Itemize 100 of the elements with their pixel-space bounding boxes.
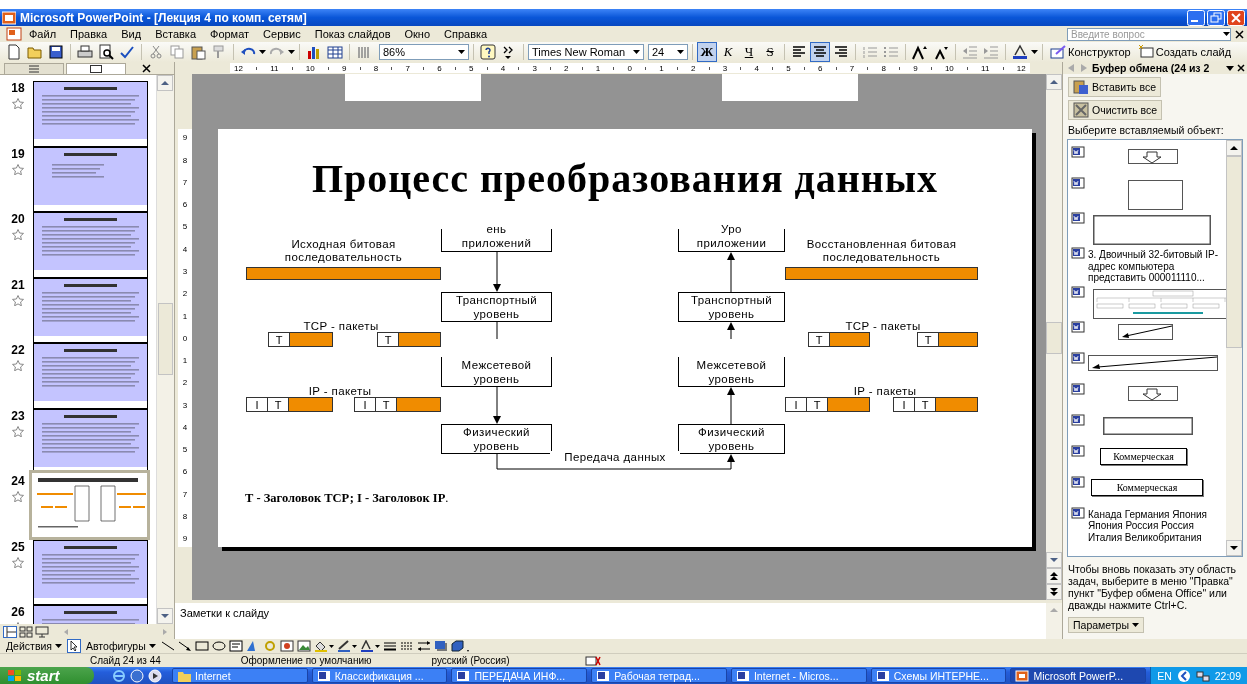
arrow-icon[interactable] <box>177 640 192 653</box>
text-style-button[interactable]: Ч <box>739 42 759 63</box>
clipboard-text-box-item[interactable]: Коммерческая <box>1091 478 1203 496</box>
clipboard-text-item[interactable]: Канада Германия Япония Япония Россия Россия Италия Великобритания <box>1088 504 1226 544</box>
close-icon[interactable] <box>1235 29 1244 39</box>
text-style-button[interactable]: К <box>718 42 738 63</box>
font-color-icon[interactable] <box>359 640 380 653</box>
taskbar-button[interactable]: Рабочая тетрад... <box>591 668 727 683</box>
pane-button[interactable]: Очистить все <box>1068 100 1163 121</box>
font-dropdown[interactable]: Times New Roman <box>528 44 644 61</box>
menu-item[interactable]: Вид <box>114 28 149 41</box>
zoom-dropdown[interactable]: 86% <box>379 44 469 61</box>
autoshapes-menu[interactable]: Автофигуры <box>84 640 158 653</box>
scroll-thumb[interactable] <box>158 303 173 376</box>
clipboard-shape-item[interactable] <box>1093 215 1211 246</box>
clipboard-text-box-item[interactable]: Коммерческая <box>1100 447 1187 465</box>
menu-item[interactable]: Сервис <box>256 28 308 41</box>
menu-item[interactable]: Файл <box>22 28 64 41</box>
line-style-icon[interactable] <box>382 640 397 653</box>
clipboard-shape-item[interactable] <box>1103 416 1193 435</box>
slide-sorter-view-icon[interactable] <box>19 625 33 638</box>
caption: Исходная битовая последовательность <box>283 238 404 265</box>
menu-item[interactable]: Справка <box>437 28 495 41</box>
scroll-thumb[interactable] <box>1046 322 1062 355</box>
shadow-icon[interactable] <box>433 640 448 653</box>
slide-thumbnail[interactable] <box>34 409 147 467</box>
layer-box: Физический уровень <box>678 424 785 455</box>
normal-view-icon[interactable] <box>3 625 17 638</box>
close-icon[interactable] <box>142 64 151 74</box>
slide-thumbnail[interactable] <box>34 278 147 336</box>
help-icon[interactable] <box>478 42 498 63</box>
actions-menu[interactable]: Действия <box>4 640 64 653</box>
clipboard-text-item[interactable]: 3. Двоичный 32-битовый IP-адрес компьютера представить 000011110... <box>1088 245 1226 284</box>
options-button[interactable]: Параметры <box>1068 617 1144 634</box>
slide-thumbnail[interactable] <box>34 147 147 205</box>
restore-button[interactable] <box>1207 9 1225 26</box>
media-icon[interactable] <box>148 668 162 683</box>
slide-thumbnail[interactable] <box>34 344 147 402</box>
layer-box: Физический уровень <box>441 424 552 455</box>
select-pointer-icon[interactable] <box>67 639 81 654</box>
close-icon[interactable] <box>1237 64 1245 73</box>
menu-item[interactable]: Вставка <box>148 28 203 41</box>
menu-item[interactable]: Окно <box>397 28 438 41</box>
network-icon[interactable] <box>1195 668 1210 683</box>
text-style-button[interactable]: S <box>760 42 780 63</box>
slides-tab[interactable] <box>66 63 126 75</box>
taskbar-button[interactable]: Схемы ИНТЕРНЕ... <box>870 668 1007 683</box>
clipboard-item-icon <box>1071 146 1085 159</box>
dash-style-icon[interactable] <box>399 640 414 653</box>
taskbar-button[interactable]: Microsoft PowerP... <box>1010 668 1147 683</box>
browser-icon[interactable] <box>112 668 126 683</box>
caret-icon[interactable] <box>1226 65 1234 71</box>
slide-show-icon[interactable] <box>35 625 49 638</box>
scroll-thumb[interactable] <box>1226 156 1242 349</box>
taskbar-button[interactable]: ПЕРЕДАЧА ИНФ... <box>451 668 588 683</box>
fill-color-icon[interactable] <box>313 640 334 653</box>
clipboard-shape-item[interactable] <box>1118 323 1173 340</box>
slide-icon <box>90 65 102 74</box>
taskbar-button[interactable]: Классификация ... <box>311 668 448 683</box>
start-button[interactable]: start <box>0 667 94 684</box>
three-d-icon[interactable] <box>450 640 469 653</box>
caret-icon <box>1132 623 1139 628</box>
scroll-down-icon[interactable] <box>1226 540 1242 557</box>
new-slide-icon <box>1137 44 1154 61</box>
align-center-button[interactable] <box>810 42 830 63</box>
menu-item[interactable]: Формат <box>203 28 257 41</box>
clipboard-shape-item[interactable] <box>1128 180 1183 211</box>
rectangle-icon[interactable] <box>194 640 209 653</box>
clipboard-shape-item[interactable] <box>1128 149 1178 165</box>
minimize-button[interactable] <box>1187 9 1205 26</box>
arrow-style-icon[interactable] <box>416 640 431 653</box>
next-slide-icon[interactable] <box>1046 584 1062 601</box>
pane-button[interactable]: Вставить все <box>1068 77 1161 98</box>
menu-item[interactable]: Показ слайдов <box>307 28 398 41</box>
slide-thumbnail[interactable] <box>34 213 147 271</box>
picture-icon[interactable] <box>296 640 311 653</box>
packet: I Т <box>785 397 870 413</box>
text-style-button[interactable]: Ж <box>697 42 717 63</box>
line-color-icon[interactable] <box>336 640 357 653</box>
close-button[interactable] <box>1227 9 1245 26</box>
clipboard-shape-item[interactable] <box>1088 354 1218 371</box>
clipboard-shape-item[interactable] <box>1093 288 1226 319</box>
taskbar-button[interactable]: Internet <box>172 668 308 683</box>
line-icon[interactable] <box>160 640 175 653</box>
slide-thumbnail[interactable] <box>34 540 147 598</box>
text-box-icon[interactable] <box>228 640 243 653</box>
design-button[interactable]: Конструктор <box>1047 42 1134 63</box>
menu-item[interactable]: Правка <box>63 28 115 41</box>
layer-box: ень приложений <box>441 229 552 253</box>
slide-thumbnail[interactable] <box>34 82 147 140</box>
slide-number: 25 <box>11 539 25 554</box>
font-size-dropdown[interactable]: 24 <box>648 44 688 61</box>
oval-icon[interactable] <box>211 640 226 653</box>
clipboard-shape-item[interactable] <box>1128 385 1178 401</box>
taskbar-button[interactable]: Internet - Micros... <box>730 668 867 683</box>
desktop-icon[interactable] <box>130 668 144 683</box>
clip-art-icon[interactable] <box>279 640 294 653</box>
previous-slide-icon[interactable] <box>1046 568 1062 585</box>
scroll-up-icon[interactable] <box>1226 140 1242 157</box>
new-slide-button[interactable]: Создать слайд <box>1134 42 1235 63</box>
